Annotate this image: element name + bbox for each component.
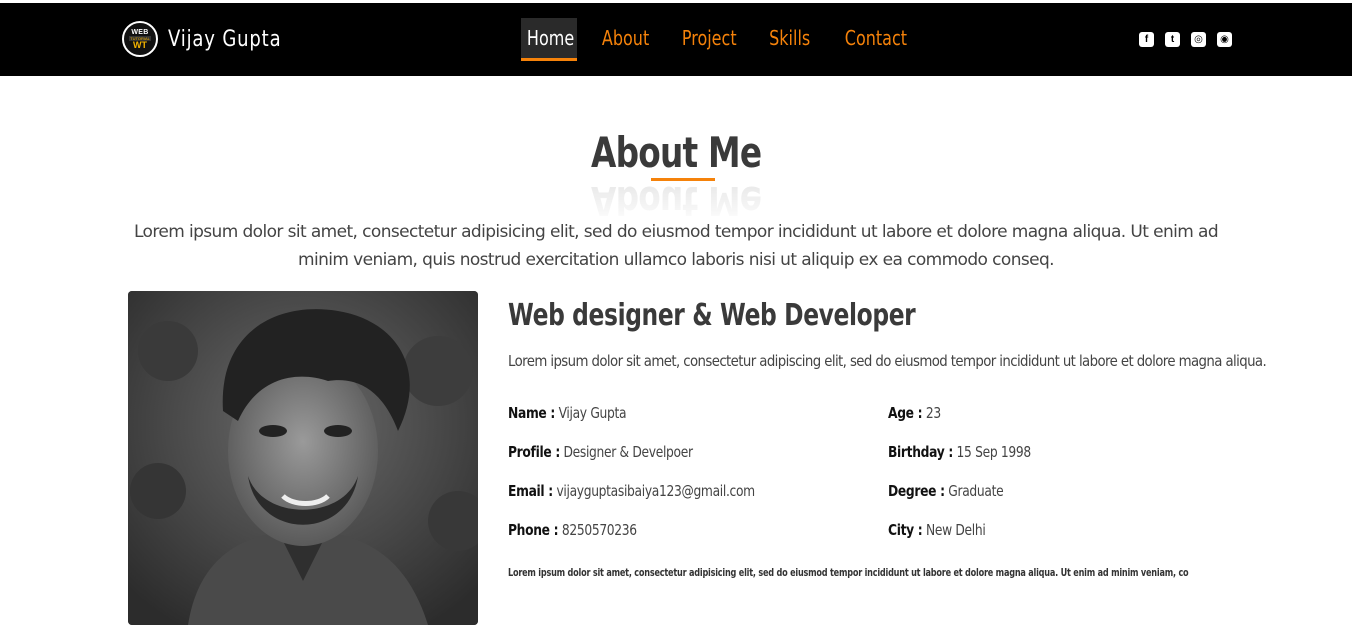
info-degree-key: Degree : <box>888 482 945 500</box>
nav-about-label: About <box>602 26 650 50</box>
brand-name: Vijay Gupta <box>168 26 282 52</box>
instagram-icon[interactable]: ◎ <box>1191 32 1206 47</box>
profile-photo-image <box>128 291 478 625</box>
info-name: Name : Vijay Gupta <box>508 404 627 422</box>
info-city-value: New Delhi <box>925 521 986 539</box>
nav-contact-label: Contact <box>844 26 908 50</box>
github-icon[interactable]: ◉ <box>1217 32 1232 47</box>
fine-print: Lorem ipsum dolor sit amet, consectetur … <box>508 566 1189 579</box>
info-birthday-key: Birthday : <box>888 443 953 461</box>
nav-about[interactable]: About <box>595 18 657 61</box>
section-title-reflection-text: About Me <box>590 177 762 216</box>
info-phone-key: Phone : <box>508 521 559 539</box>
info-phone-value: 8250570236 <box>561 521 637 539</box>
info-degree: Degree : Graduate <box>888 482 1004 500</box>
logo-icon: WEB TUTORIAL WT <box>122 21 158 57</box>
info-profile-key: Profile : <box>508 443 560 461</box>
info-name-value: Vijay Gupta <box>558 404 627 422</box>
info-age-value: 23 <box>925 404 941 422</box>
nav-home-label: Home <box>526 26 575 50</box>
info-birthday-value: 15 Sep 1998 <box>956 443 1032 461</box>
profile-photo <box>128 291 478 625</box>
logo-text-web: WEB <box>131 28 149 36</box>
facebook-icon[interactable]: f <box>1139 32 1154 47</box>
info-city-key: City : <box>888 521 923 539</box>
info-email-key: Email : <box>508 482 553 500</box>
nav-project-label: Project <box>681 26 737 50</box>
brand[interactable]: WEB TUTORIAL WT Vijay Gupta <box>122 17 306 61</box>
nav-skills[interactable]: Skills <box>761 18 819 61</box>
nav-skills-label: Skills <box>769 26 811 50</box>
info-age-key: Age : <box>888 404 923 422</box>
info-degree-value: Graduate <box>948 482 1004 500</box>
logo-text-wt: WT <box>133 39 147 50</box>
section-title: About Me <box>590 128 762 177</box>
info-age: Age : 23 <box>888 404 941 422</box>
nav-project[interactable]: Project <box>673 18 745 61</box>
navbar: WEB TUTORIAL WT Vijay Gupta Home About P… <box>0 3 1352 76</box>
info-profile: Profile : Designer & Develpoer <box>508 443 693 461</box>
info-email-value: vijayguptasibaiya123@gmail.com <box>556 482 755 500</box>
info-city: City : New Delhi <box>888 521 986 539</box>
info-phone: Phone : 8250570236 <box>508 521 637 539</box>
nav-contact[interactable]: Contact <box>837 18 911 61</box>
twitter-icon[interactable]: t <box>1165 32 1180 47</box>
role-heading: Web designer & Web Developer <box>508 298 916 333</box>
role-description: Lorem ipsum dolor sit amet, consectetur … <box>508 352 1267 370</box>
section-title-wrap: About Me <box>0 128 1352 178</box>
social-links: f t ◎ ◉ <box>1139 32 1232 47</box>
info-birthday: Birthday : 15 Sep 1998 <box>888 443 1031 461</box>
nav-home[interactable]: Home <box>521 18 577 61</box>
intro-paragraph: Lorem ipsum dolor sit amet, consectetur … <box>133 222 1219 270</box>
info-email: Email : vijayguptasibaiya123@gmail.com <box>508 482 755 500</box>
section-title-reflection: About Me <box>0 176 1352 216</box>
info-name-key: Name : <box>508 404 555 422</box>
info-profile-value: Designer & Develpoer <box>563 443 694 461</box>
